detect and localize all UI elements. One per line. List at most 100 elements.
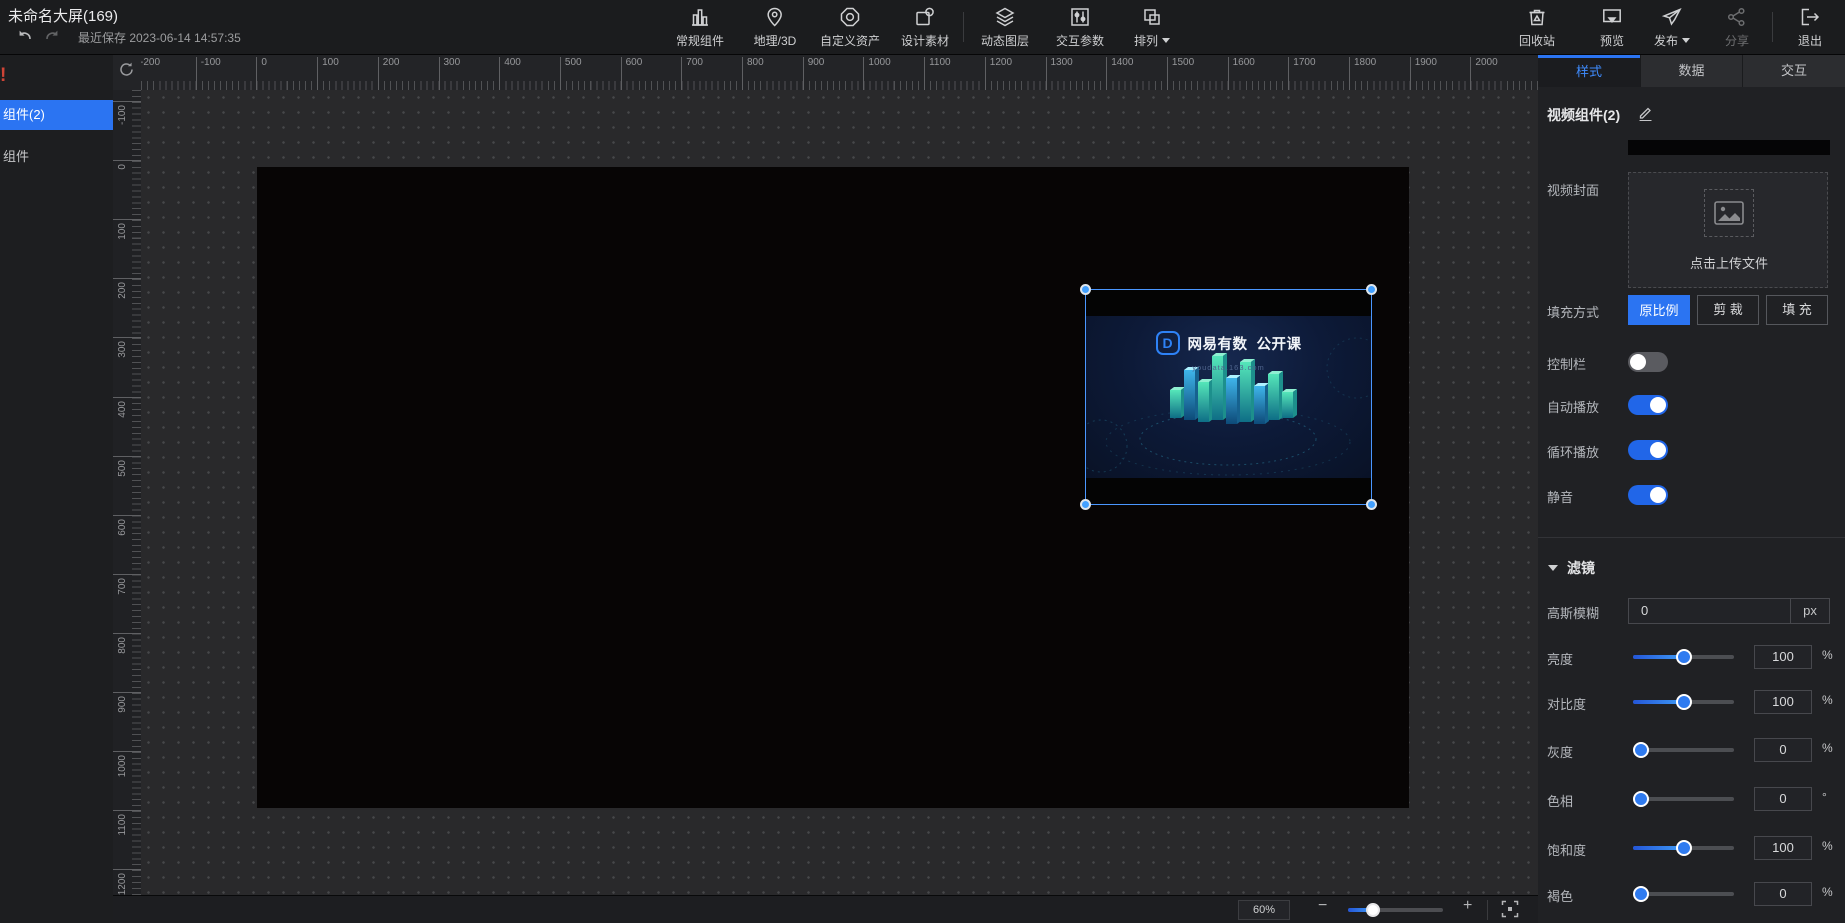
action-label: 分享 xyxy=(1725,32,1749,49)
hue-slider[interactable] xyxy=(1633,786,1734,812)
undo-icon[interactable] xyxy=(16,26,34,44)
toggle-loop[interactable] xyxy=(1628,440,1668,460)
slider-thumb[interactable] xyxy=(1633,886,1649,902)
slider-thumb[interactable] xyxy=(1676,649,1692,665)
action-publish[interactable]: 发布 xyxy=(1654,6,1690,49)
asset-shapes-icon xyxy=(914,6,936,28)
resize-handle-top-right[interactable] xyxy=(1366,284,1377,295)
action-recycle-bin[interactable]: 回收站 xyxy=(1519,6,1555,49)
tool-design-assets[interactable]: 设计素材 xyxy=(901,6,949,49)
saturation-value-input[interactable]: 100 xyxy=(1754,836,1812,860)
h-ruler-label: 300 xyxy=(439,57,461,90)
tool-label: 自定义资产 xyxy=(820,32,880,49)
tool-interaction-params[interactable]: 交互参数 xyxy=(1056,6,1104,49)
v-ruler-label: -100 xyxy=(113,101,141,102)
v-ruler-label: 0 xyxy=(113,160,141,161)
tool-label: 设计素材 xyxy=(901,32,949,49)
fill-option-crop[interactable]: 剪 裁 xyxy=(1697,295,1759,325)
filter-section-header[interactable]: 滤镜 xyxy=(1548,558,1595,578)
redo-icon[interactable] xyxy=(44,26,62,44)
tab-style[interactable]: 样式 xyxy=(1538,55,1640,87)
action-share[interactable]: 分享 xyxy=(1725,6,1749,49)
share-nodes-icon xyxy=(1726,6,1748,28)
zoom-slider[interactable] xyxy=(1348,908,1443,912)
h-ruler-label: 1400 xyxy=(1106,57,1133,90)
tab-interaction[interactable]: 交互 xyxy=(1742,55,1845,87)
zoom-slider-thumb[interactable] xyxy=(1366,903,1380,917)
fill-option-fill[interactable]: 填 充 xyxy=(1766,295,1828,325)
slider-thumb[interactable] xyxy=(1633,742,1649,758)
upload-text: 点击上传文件 xyxy=(1629,253,1829,272)
slider-thumb[interactable] xyxy=(1633,791,1649,807)
ruler-corner[interactable] xyxy=(113,55,141,90)
video-component[interactable]: D 网易有数公开课 youdata.163.com xyxy=(1085,289,1372,505)
tab-data[interactable]: 数据 xyxy=(1640,55,1742,87)
h-ruler-label: 1000 xyxy=(863,57,890,90)
h-ruler-label: 1800 xyxy=(1349,57,1376,90)
sepia-slider[interactable] xyxy=(1633,881,1734,907)
paper-plane-icon xyxy=(1661,6,1683,28)
filter-label: 色相 xyxy=(1547,791,1573,810)
properties-panel: 样式 数据 交互 视频组件(2) 视频封面 点击上传文件 填充方式 原比例 剪 … xyxy=(1538,55,1845,923)
v-ruler-label: 1000 xyxy=(113,751,141,752)
zoom-out-button[interactable]: − xyxy=(1318,897,1327,915)
resize-handle-top-left[interactable] xyxy=(1080,284,1091,295)
h-ruler-label: 0 xyxy=(256,57,267,90)
contrast-slider[interactable] xyxy=(1633,689,1734,715)
cover-label: 视频封面 xyxy=(1547,180,1599,199)
tool-geo-3d[interactable]: 地理/3D xyxy=(754,6,797,49)
slider-thumb[interactable] xyxy=(1676,840,1692,856)
toggle-control-bar[interactable] xyxy=(1628,352,1668,372)
grayscale-value-input[interactable]: 0 xyxy=(1754,738,1812,762)
slider-thumb[interactable] xyxy=(1676,694,1692,710)
upload-cover-dropzone[interactable]: 点击上传文件 xyxy=(1628,172,1828,288)
brightness-value-input[interactable]: 100 xyxy=(1754,645,1812,669)
action-preview[interactable]: 预览 xyxy=(1600,6,1624,49)
blur-input[interactable]: 0 xyxy=(1628,598,1790,624)
toggle-autoplay[interactable] xyxy=(1628,395,1668,415)
filter-label: 对比度 xyxy=(1547,694,1586,713)
zoom-value-box[interactable]: 60% xyxy=(1238,900,1290,920)
tool-arrange[interactable]: 排列 xyxy=(1134,6,1170,49)
zoom-in-button[interactable]: + xyxy=(1463,897,1472,915)
tool-label: 动态图层 xyxy=(981,32,1029,49)
filter-unit: % xyxy=(1822,648,1833,662)
sidebar-item-component[interactable]: 组件 xyxy=(0,145,113,169)
v-ruler-label: 500 xyxy=(113,456,141,457)
blur-label: 高斯模糊 xyxy=(1547,603,1599,622)
h-ruler-label: 500 xyxy=(560,57,582,90)
cover-preview-bar[interactable] xyxy=(1628,140,1830,155)
filter-row-contrast: 对比度 100 % xyxy=(1538,689,1845,715)
toggle-label-autoplay: 自动播放 xyxy=(1547,397,1599,416)
toggle-mute[interactable] xyxy=(1628,485,1668,505)
hue-value-input[interactable]: 0 xyxy=(1754,787,1812,811)
blur-unit: px xyxy=(1790,598,1830,624)
tool-label: 交互参数 xyxy=(1056,32,1104,49)
fill-option-original-ratio[interactable]: 原比例 xyxy=(1628,295,1690,325)
saturation-slider[interactable] xyxy=(1633,835,1734,861)
sidebar-item-components[interactable]: 组件(2) xyxy=(0,100,113,130)
sepia-value-input[interactable]: 0 xyxy=(1754,882,1812,906)
filter-unit: ° xyxy=(1822,790,1827,804)
cover-subtitle: youdata.163.com xyxy=(1085,363,1372,372)
resize-handle-bottom-right[interactable] xyxy=(1366,499,1377,510)
resize-handle-bottom-left[interactable] xyxy=(1080,499,1091,510)
action-exit[interactable]: 退出 xyxy=(1798,6,1822,49)
tool-dynamic-layers[interactable]: 动态图层 xyxy=(981,6,1029,49)
filter-unit: % xyxy=(1822,693,1833,707)
h-ruler-label: 1300 xyxy=(1046,57,1073,90)
edit-pencil-icon[interactable] xyxy=(1638,105,1654,121)
h-ruler-label: 400 xyxy=(499,57,521,90)
tool-custom-assets[interactable]: 自定义资产 xyxy=(820,6,880,49)
fit-to-screen-button[interactable] xyxy=(1500,899,1522,921)
brightness-slider[interactable] xyxy=(1633,644,1734,670)
contrast-value-input[interactable]: 100 xyxy=(1754,690,1812,714)
tool-label: 常规组件 xyxy=(676,32,724,49)
horizontal-ruler: -200-10001002003004005006007008009001000… xyxy=(113,55,1538,90)
grayscale-slider[interactable] xyxy=(1633,737,1734,763)
collapse-arrow-icon xyxy=(1548,565,1558,571)
h-ruler-label: 1200 xyxy=(985,57,1012,90)
tool-basic-components[interactable]: 常规组件 xyxy=(676,6,724,49)
refresh-icon xyxy=(118,61,135,78)
vertical-ruler: -100010020030040050060070080090010001100… xyxy=(113,90,141,923)
